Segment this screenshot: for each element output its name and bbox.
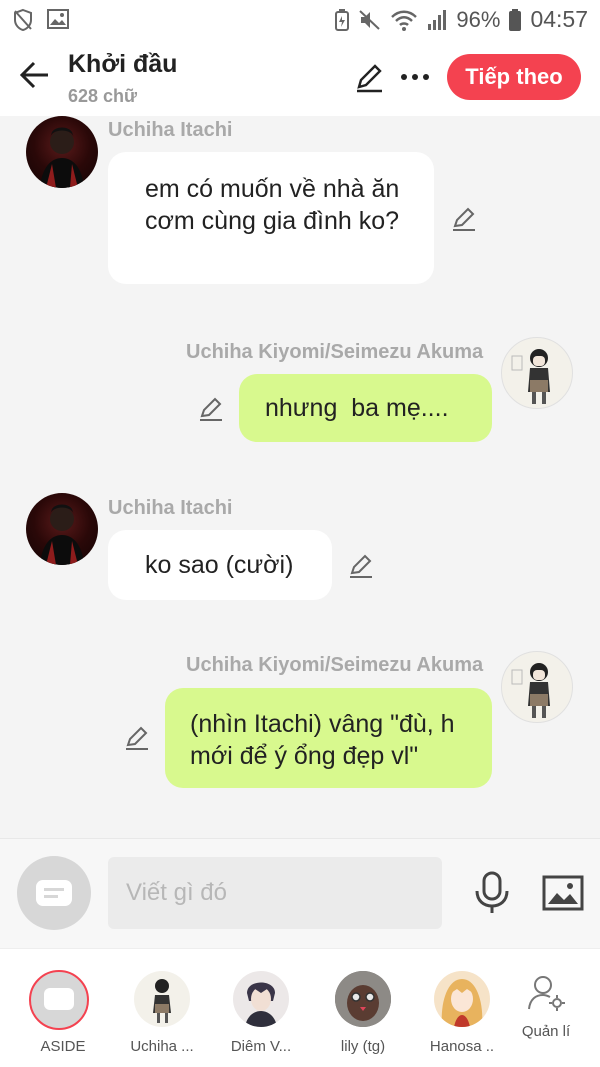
aside-chat-icon xyxy=(44,988,74,1010)
sender-name: Uchiha Kiyomi/Seimezu Akuma xyxy=(186,654,484,676)
sender-name: Uchiha Itachi xyxy=(108,119,233,141)
battery-saver-icon xyxy=(335,8,350,31)
character-label: Uchiha ... xyxy=(130,1038,194,1055)
signal-icon xyxy=(428,9,447,30)
itachi-avatar-image xyxy=(40,127,84,188)
wifi-icon xyxy=(391,10,418,31)
next-button[interactable]: Tiếp theo xyxy=(447,54,581,100)
back-arrow-icon xyxy=(19,61,48,89)
voice-button[interactable] xyxy=(472,871,512,915)
lily-avatar-image xyxy=(335,971,391,1027)
mic-icon xyxy=(475,871,509,913)
attach-image-button[interactable] xyxy=(542,875,584,911)
message-text: (nhìn Itachi) vâng "đù, h mới để ý ổng đ… xyxy=(190,710,455,770)
status-bar: 96% 04:57 xyxy=(0,0,600,40)
sender-name: Uchiha Itachi xyxy=(108,497,233,519)
edit-title-button[interactable] xyxy=(352,60,386,94)
message-bubble[interactable]: ko sao (cười) xyxy=(108,530,332,600)
itachi-avatar-image xyxy=(40,504,84,565)
pencil-icon xyxy=(453,207,475,231)
clock: 04:57 xyxy=(530,6,588,32)
character-label: ASIDE xyxy=(40,1038,86,1055)
character-tab-aside[interactable]: ASIDE xyxy=(15,949,111,1067)
battery-percent: 96% xyxy=(456,6,501,32)
message-bubble[interactable]: em có muốn về nhà ăn cơm cùng gia đình k… xyxy=(108,152,434,284)
kiyomi-avatar-image xyxy=(153,979,171,1023)
sender-name: Uchiha Kiyomi/Seimezu Akuma xyxy=(186,341,484,363)
pencil-icon xyxy=(357,64,382,93)
message-text: nhưng ba mẹ.... xyxy=(265,394,449,422)
edit-message-button[interactable] xyxy=(450,204,478,232)
image-icon xyxy=(542,875,584,911)
manage-label: Quản lí xyxy=(521,1023,571,1040)
more-options-button[interactable] xyxy=(398,60,432,94)
manage-user-icon xyxy=(528,976,565,1011)
message-bubble[interactable]: nhưng ba mẹ.... xyxy=(239,374,492,442)
avatar[interactable] xyxy=(501,337,573,409)
character-bar: ASIDE Uchiha ... Diêm V... lily (tg) Han… xyxy=(0,948,600,1067)
gallery-notification-icon xyxy=(47,9,69,29)
pencil-icon xyxy=(200,397,222,421)
diem-avatar-image xyxy=(245,982,277,1027)
character-label: Diêm V... xyxy=(230,1038,292,1055)
pencil-icon xyxy=(350,554,372,578)
message-input-bar: Viết gì đó xyxy=(0,838,600,948)
word-count: 628 chữ xyxy=(68,86,138,106)
back-button[interactable] xyxy=(18,58,52,92)
edit-message-button[interactable] xyxy=(347,551,375,579)
edit-message-button[interactable] xyxy=(123,723,151,751)
battery-icon xyxy=(509,8,522,31)
avatar[interactable] xyxy=(501,651,573,723)
character-label: lily (tg) xyxy=(340,1038,386,1055)
manage-characters-button[interactable] xyxy=(526,973,566,1013)
pencil-icon xyxy=(126,726,148,750)
avatar xyxy=(233,971,289,1027)
aside-mode-button[interactable] xyxy=(17,856,91,930)
shield-off-icon xyxy=(14,8,32,32)
avatar xyxy=(434,971,490,1027)
mute-icon xyxy=(359,9,381,30)
hanosa-avatar-image xyxy=(441,979,483,1027)
more-dots-icon xyxy=(401,74,429,80)
chat-area[interactable]: Uchiha Itachi em có muốn về nhà ăn cơm c… xyxy=(0,116,600,838)
message-input[interactable]: Viết gì đó xyxy=(108,857,442,929)
avatar[interactable] xyxy=(26,493,98,565)
character-tab-uchiha[interactable]: Uchiha ... xyxy=(114,949,210,1067)
avatar xyxy=(335,971,391,1027)
message-bubble[interactable]: (nhìn Itachi) vâng "đù, h mới để ý ổng đ… xyxy=(165,688,492,788)
message-text: ko sao (cười) xyxy=(145,551,294,579)
character-tab-hanosa[interactable]: Hanosa .. xyxy=(414,949,510,1067)
app-header: Khởi đầu 628 chữ Tiếp theo xyxy=(0,40,600,116)
edit-message-button[interactable] xyxy=(197,394,225,422)
kiyomi-avatar-image xyxy=(511,349,550,404)
message-text: em có muốn về nhà ăn cơm cùng gia đình k… xyxy=(145,175,400,235)
kiyomi-avatar-image xyxy=(511,663,550,718)
avatar[interactable] xyxy=(26,116,98,188)
page-title: Khởi đầu xyxy=(68,50,178,78)
character-tab-diem[interactable]: Diêm V... xyxy=(213,949,309,1067)
character-tab-lily[interactable]: lily (tg) xyxy=(315,949,411,1067)
character-label: Hanosa .. xyxy=(429,1038,495,1055)
avatar xyxy=(134,971,190,1027)
aside-chat-icon xyxy=(36,880,72,906)
aside-avatar xyxy=(29,970,89,1030)
